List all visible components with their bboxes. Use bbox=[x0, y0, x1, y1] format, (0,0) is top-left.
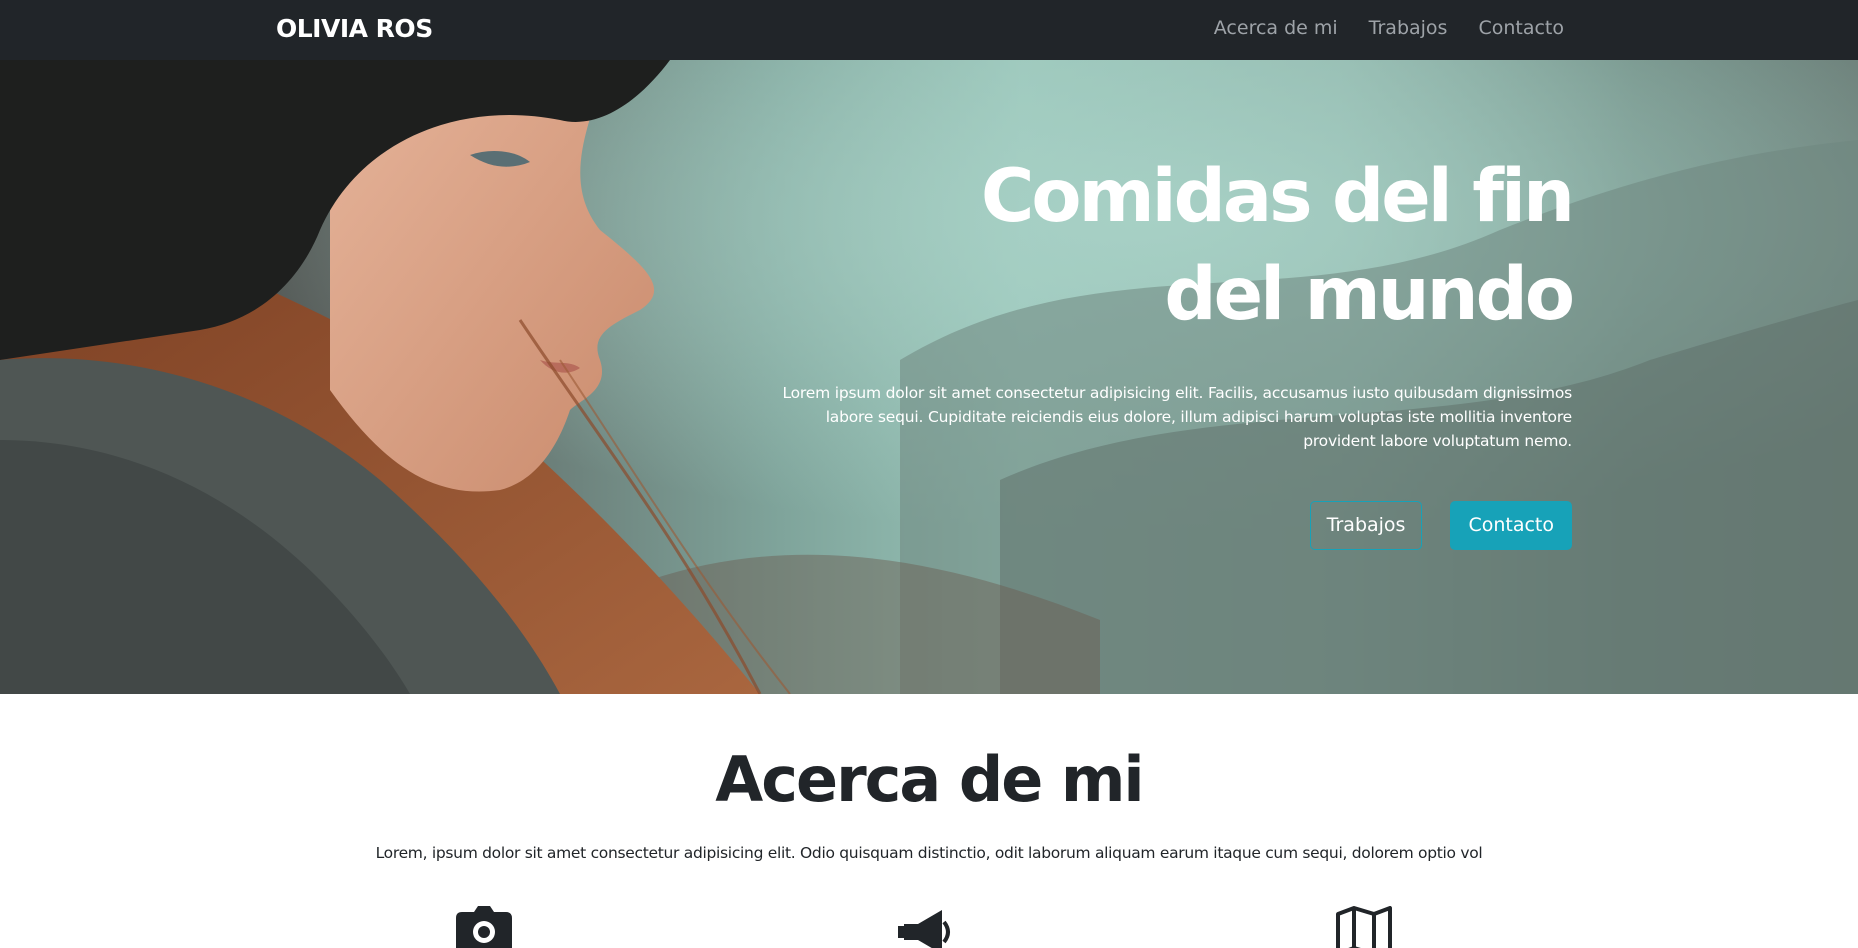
hero-buttons: Trabajos Contacto bbox=[1309, 501, 1572, 550]
hero-description: Lorem ipsum dolor sit amet consectetur a… bbox=[782, 384, 1572, 450]
hero-section: Comidas del fin del mundo Lorem ipsum do… bbox=[0, 60, 1858, 694]
contacto-button[interactable]: Contacto bbox=[1450, 501, 1572, 550]
about-title: Acerca de mi bbox=[715, 743, 1144, 816]
nav-link-trabajos[interactable]: Trabajos bbox=[1369, 17, 1448, 39]
trabajos-button[interactable]: Trabajos bbox=[1309, 501, 1423, 550]
nav-link-acerca[interactable]: Acerca de mi bbox=[1214, 17, 1338, 39]
nav-link-contacto[interactable]: Contacto bbox=[1478, 17, 1564, 39]
bullhorn-icon bbox=[898, 906, 954, 948]
about-description: Lorem, ipsum dolor sit amet consectetur … bbox=[375, 844, 1483, 862]
nav-links: Acerca de mi Trabajos Contacto bbox=[1214, 17, 1564, 39]
brand-logo[interactable]: OLIVIA ROS bbox=[276, 14, 433, 43]
hero-title: Comidas del fin del mundo bbox=[980, 154, 1575, 337]
navbar: OLIVIA ROS Acerca de mi Trabajos Contact… bbox=[0, 0, 1858, 60]
camera-icon bbox=[456, 906, 512, 948]
map-icon bbox=[1336, 906, 1392, 948]
